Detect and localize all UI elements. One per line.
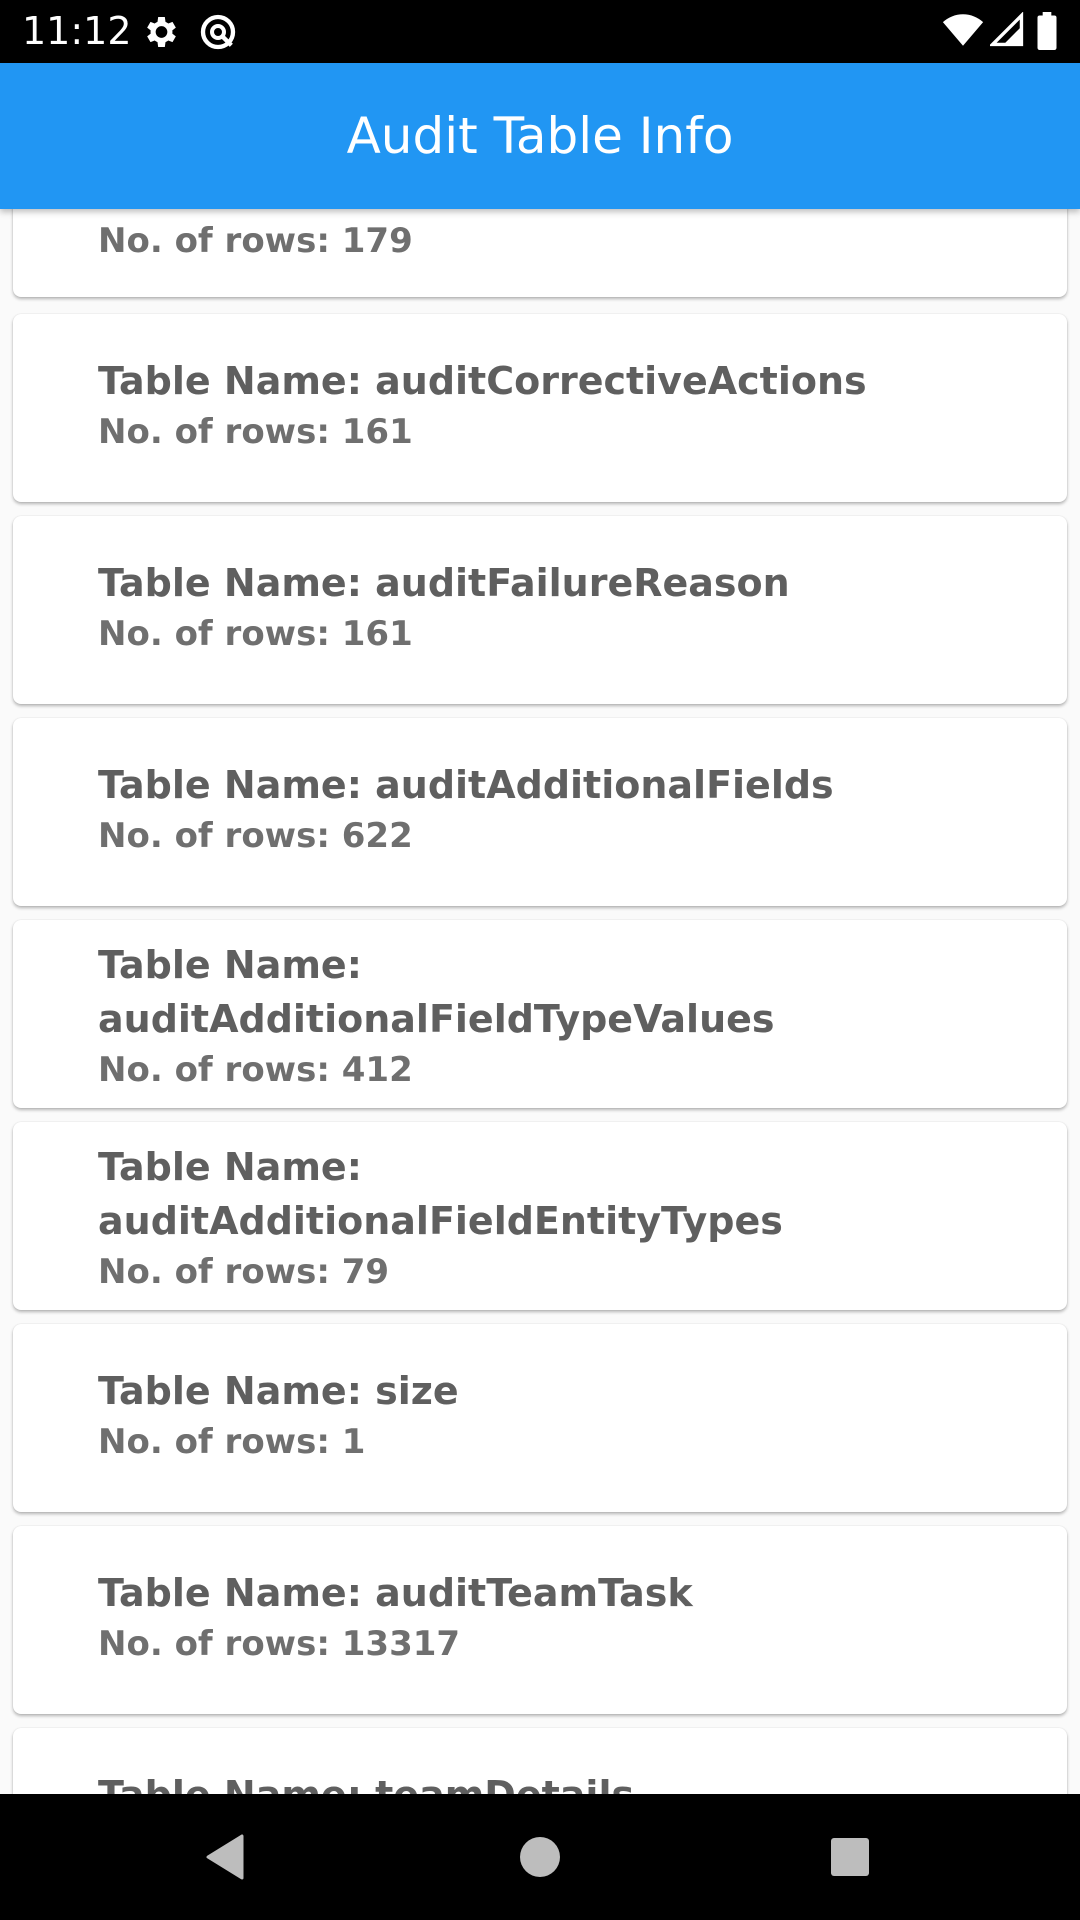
- battery-icon: [1037, 12, 1057, 50]
- table-name: Table Name: size: [98, 1369, 459, 1413]
- navigation-bar: [0, 1794, 1080, 1920]
- home-icon[interactable]: [505, 1822, 575, 1892]
- table-name: Table Name: teamDetails: [98, 1768, 1027, 1794]
- table-name: Table Name: auditTeamTask: [98, 1571, 693, 1615]
- table-name: Table Name: auditAdditionalFieldTypeValu…: [98, 943, 775, 1041]
- table-card[interactable]: Table Name: auditTeamTask No. of rows: 1…: [13, 1526, 1067, 1714]
- table-card[interactable]: Table Name: auditCorrectiveActions No. o…: [13, 314, 1067, 502]
- table-name: Table Name: auditCorrectiveActions: [98, 359, 867, 403]
- table-card[interactable]: Table Name: size No. of rows: 1: [13, 1324, 1067, 1512]
- table-row-count: No. of rows: 1: [98, 1422, 366, 1462]
- gear-icon: [147, 17, 176, 47]
- table-card[interactable]: Table Name: auditAdditionalFieldTypeValu…: [13, 920, 1067, 1108]
- recents-icon[interactable]: [815, 1822, 885, 1892]
- cell-signal-icon: [990, 12, 1024, 47]
- page-title: Audit Table Info: [346, 107, 734, 165]
- table-card[interactable]: No. of rows: 179: [13, 209, 1067, 297]
- table-row-count: No. of rows: 161: [98, 614, 413, 654]
- wifi-icon: [942, 14, 984, 46]
- table-row-count: No. of rows: 412: [98, 1050, 413, 1090]
- table-info-list[interactable]: No. of rows: 179 Table Name: auditCorrec…: [0, 209, 1080, 1794]
- table-row-count: No. of rows: 622: [98, 816, 413, 856]
- table-card[interactable]: Table Name: teamDetails: [13, 1728, 1067, 1794]
- table-name: Table Name: auditFailureReason: [98, 561, 790, 605]
- table-name: Table Name: auditAdditionalFieldEntityTy…: [98, 1145, 783, 1243]
- table-card[interactable]: Table Name: auditFailureReason No. of ro…: [13, 516, 1067, 704]
- table-card[interactable]: Table Name: auditAdditionalFields No. of…: [13, 718, 1067, 906]
- table-name: Table Name: auditAdditionalFields: [98, 763, 834, 807]
- status-bar: 11:12: [0, 0, 1080, 63]
- table-card[interactable]: Table Name: auditAdditionalFieldEntityTy…: [13, 1122, 1067, 1310]
- app-bar: Audit Table Info: [0, 63, 1080, 209]
- table-row-count: No. of rows: 161: [98, 412, 413, 452]
- status-time: 11:12: [22, 9, 132, 53]
- table-row-count: No. of rows: 13317: [98, 1624, 461, 1664]
- table-row-count: No. of rows: 179: [98, 221, 413, 261]
- sync-icon: [200, 14, 236, 50]
- back-icon[interactable]: [190, 1822, 260, 1892]
- table-row-count: No. of rows: 79: [98, 1252, 390, 1292]
